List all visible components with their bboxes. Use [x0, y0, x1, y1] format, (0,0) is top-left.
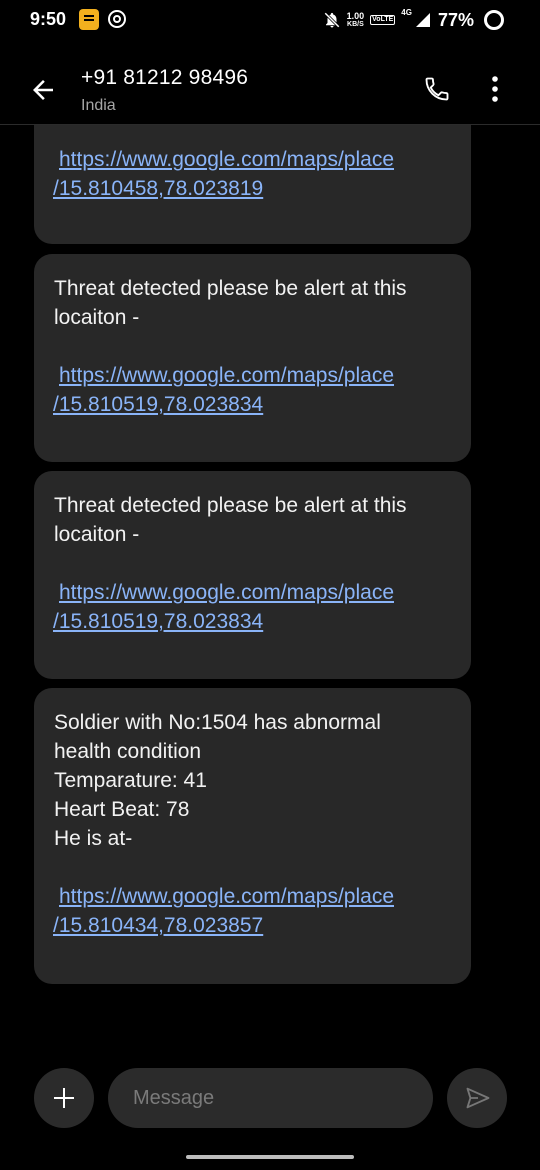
message-bubble[interactable]: https://www.google.com/maps/place /15.81… — [34, 125, 471, 244]
status-bar: 9:50 1.00 KB/S VoLTE 4G 77% — [0, 0, 540, 40]
message-link-line: /15.810434,78.023857 — [53, 914, 264, 937]
status-time: 9:50 — [30, 9, 67, 29]
signal-icon — [415, 13, 430, 27]
send-button[interactable] — [447, 1068, 507, 1128]
message-bubble[interactable]: Threat detected please be alert at this … — [34, 254, 471, 462]
message-text: Threat detected please be alert at this … — [54, 277, 407, 329]
message-link-line: https://www.google.com/maps/place — [59, 581, 394, 604]
message-bubble[interactable]: Soldier with No:1504 has abnormal health… — [34, 688, 471, 984]
do-not-disturb-icon — [323, 12, 340, 28]
message-link-line: https://www.google.com/maps/place — [59, 148, 394, 171]
volte-badge: VoLTE — [370, 15, 396, 25]
data-saver-icon — [108, 10, 126, 28]
message-text: Soldier with No:1504 has abnormal health… — [54, 711, 381, 850]
status-indicators: 1.00 KB/S VoLTE 4G 77% — [323, 8, 504, 32]
message-link-line: /15.810458,78.023819 — [53, 177, 264, 200]
message-bubble[interactable]: Threat detected please be alert at this … — [34, 471, 471, 679]
contact-number[interactable]: +91 81212 98496 — [81, 66, 248, 90]
phone-icon — [425, 77, 449, 101]
message-link-line: /15.810519,78.023834 — [53, 393, 264, 416]
back-button[interactable] — [22, 70, 66, 110]
call-button[interactable] — [420, 72, 454, 106]
more-vert-icon — [492, 76, 498, 102]
message-link-line: https://www.google.com/maps/place — [59, 885, 394, 908]
message-composer — [0, 1066, 540, 1134]
notes-app-icon — [79, 9, 99, 30]
send-icon — [466, 1087, 490, 1109]
network-speed-value: 1.00 — [346, 10, 365, 21]
message-text: Threat detected please be alert at this … — [54, 494, 407, 546]
message-link-line: https://www.google.com/maps/place — [59, 364, 394, 387]
message-link[interactable]: https://www.google.com/maps/place /15.81… — [53, 145, 451, 203]
home-indicator[interactable] — [186, 1155, 354, 1159]
add-attachment-button[interactable] — [34, 1068, 94, 1128]
network-speed: 1.00 KB/S — [346, 10, 365, 29]
message-link-line: /15.810519,78.023834 — [53, 610, 264, 633]
more-options-button[interactable] — [480, 72, 510, 106]
battery-percent: 77% — [437, 9, 474, 30]
conversation-header: +91 81212 98496 India — [0, 50, 540, 125]
message-input[interactable] — [108, 1068, 433, 1128]
battery-icon — [484, 10, 504, 30]
arrow-left-icon — [33, 80, 53, 100]
message-link[interactable]: https://www.google.com/maps/place /15.81… — [53, 361, 451, 419]
message-list[interactable]: https://www.google.com/maps/place /15.81… — [0, 125, 540, 1060]
contact-region: India — [81, 97, 116, 114]
network-type: 4G — [401, 8, 412, 17]
message-link[interactable]: https://www.google.com/maps/place /15.81… — [53, 882, 451, 940]
message-link[interactable]: https://www.google.com/maps/place /15.81… — [53, 578, 451, 636]
network-speed-unit: KB/S — [347, 20, 364, 28]
